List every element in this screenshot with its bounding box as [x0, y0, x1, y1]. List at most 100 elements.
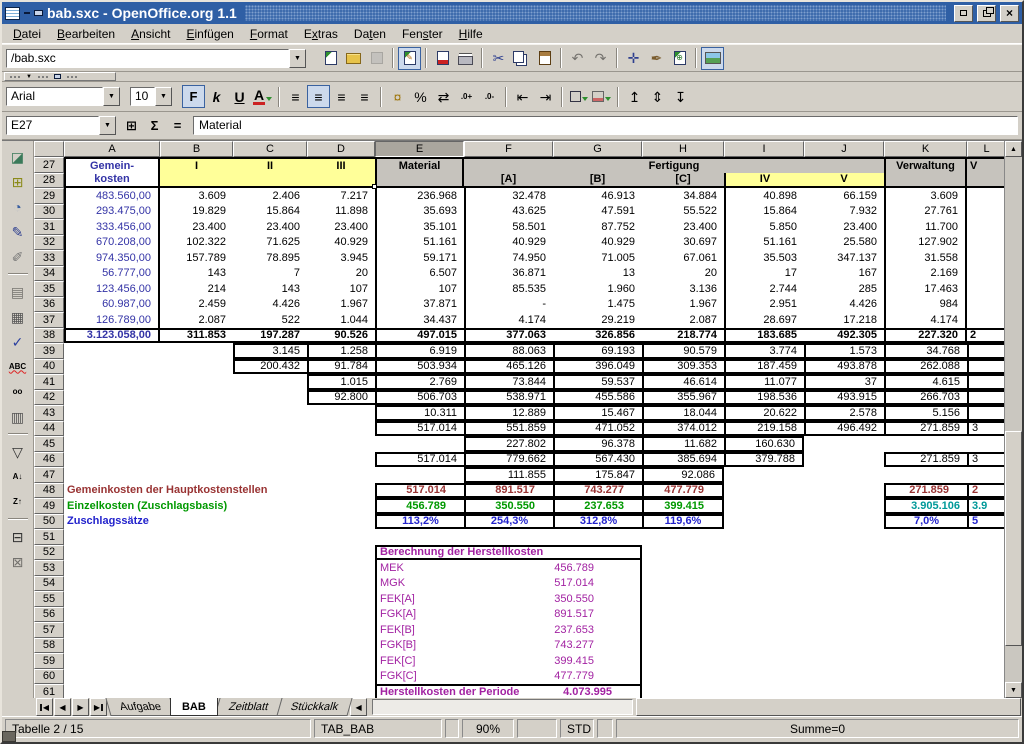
cell-D57[interactable] — [307, 622, 375, 638]
menu-extras[interactable]: Extras — [296, 25, 346, 43]
cell-B43[interactable] — [160, 405, 233, 421]
row-header-39[interactable]: 39 — [34, 343, 64, 359]
cell-A45[interactable] — [64, 436, 160, 452]
cell-I34[interactable]: 17 — [724, 266, 804, 282]
insert-chart-icon[interactable]: ◔ — [6, 195, 30, 218]
cell-D61[interactable] — [307, 684, 375, 698]
bold-icon[interactable]: F — [182, 85, 205, 108]
column-header-F[interactable]: F — [464, 141, 553, 157]
cell-J35[interactable]: 285 — [804, 281, 884, 297]
cell-F46[interactable]: 779.662 — [464, 452, 553, 468]
cell-B55[interactable] — [160, 591, 233, 607]
cell-G46[interactable]: 567.430 — [553, 452, 642, 468]
cell-K36[interactable]: 984 — [884, 297, 967, 313]
cell-F50[interactable]: 254,3% — [464, 514, 553, 530]
cell-H48[interactable]: 477.779 — [642, 483, 724, 499]
cell-F48[interactable]: 891.517 — [464, 483, 553, 499]
cell-L42[interactable] — [967, 390, 1004, 406]
cell-A44[interactable] — [64, 421, 160, 437]
cell-H60[interactable] — [642, 669, 724, 685]
cell-G32[interactable]: 40.929 — [553, 235, 642, 251]
minimize-button[interactable] — [954, 5, 973, 22]
cell-A30[interactable]: 293.475,00 — [64, 204, 160, 220]
cell-F44[interactable]: 551.859 — [464, 421, 553, 437]
sheet-tab-aufgabe[interactable]: Aufgabe — [105, 698, 175, 716]
cell-G47[interactable]: 175.847 — [553, 467, 642, 483]
cell-I48[interactable] — [724, 483, 804, 499]
cell-G61[interactable]: 4.073.995 — [553, 684, 642, 698]
cell-E51[interactable] — [375, 529, 464, 545]
cell-J45[interactable] — [804, 436, 884, 452]
cell-H49[interactable]: 399.415 — [642, 498, 724, 514]
cell-D33[interactable]: 3.945 — [307, 250, 375, 266]
cell-B32[interactable]: 102.322 — [160, 235, 233, 251]
edit-file-icon[interactable]: ✎ — [398, 47, 421, 70]
cell-H61[interactable] — [642, 684, 724, 698]
cell-K46[interactable]: 271.859 — [884, 452, 967, 468]
cell-J60[interactable] — [804, 669, 884, 685]
cell-B59[interactable] — [160, 653, 233, 669]
cell-L59[interactable] — [967, 653, 1004, 669]
cell-E46[interactable]: 517.014 — [375, 452, 464, 468]
cell-F43[interactable]: 12.889 — [464, 405, 553, 421]
column-header-B[interactable]: B — [160, 141, 233, 157]
cell-A35[interactable]: 123.456,00 — [64, 281, 160, 297]
menu-ansicht[interactable]: Ansicht — [123, 25, 178, 43]
cell-K49[interactable]: 3.905.106 — [884, 498, 967, 514]
cell-J55[interactable] — [804, 591, 884, 607]
column-header-L[interactable]: L — [967, 141, 1004, 157]
cell-J29[interactable]: 66.159 — [804, 188, 884, 204]
cell-C37[interactable]: 522 — [233, 312, 307, 328]
cell-D51[interactable] — [307, 529, 375, 545]
sum-icon[interactable]: Σ — [143, 114, 166, 137]
column-header-I[interactable]: I — [724, 141, 804, 157]
menu-hilfe[interactable]: Hilfe — [451, 25, 491, 43]
cell-I61[interactable] — [724, 684, 804, 698]
cell-K44[interactable]: 271.859 — [884, 421, 967, 437]
cell-C57[interactable] — [233, 622, 307, 638]
cell-I49[interactable] — [724, 498, 804, 514]
cell-I45[interactable]: 160.630 — [724, 436, 804, 452]
function-wizard-icon[interactable]: ⊞ — [120, 114, 143, 137]
cell-D29[interactable]: 7.217 — [307, 188, 375, 204]
row-header-32[interactable]: 32 — [34, 235, 64, 251]
cell-E36[interactable]: 37.871 — [375, 297, 464, 313]
cell-G31[interactable]: 87.752 — [553, 219, 642, 235]
cell-C32[interactable]: 71.625 — [233, 235, 307, 251]
last-sheet-button[interactable]: ▶ — [90, 698, 107, 716]
cell-J58[interactable] — [804, 638, 884, 654]
cell-B34[interactable]: 143 — [160, 266, 233, 282]
currency-icon[interactable]: ¤ — [386, 85, 409, 108]
cell-L47[interactable] — [967, 467, 1004, 483]
cell-H33[interactable]: 67.061 — [642, 250, 724, 266]
form-functions-icon[interactable]: ✐ — [6, 245, 30, 268]
title-bar[interactable]: bab.sxc - OpenOffice.org 1.1 × — [2, 2, 1022, 24]
align-top-icon[interactable]: ↥ — [623, 85, 646, 108]
background-color-icon[interactable] — [590, 85, 613, 108]
cell-C29[interactable]: 2.406 — [233, 188, 307, 204]
add-decimal-icon[interactable]: .0+ — [455, 85, 478, 108]
cell-F40[interactable]: 465.126 — [464, 359, 553, 375]
cell-K28[interactable] — [884, 173, 967, 189]
cell-E32[interactable]: 51.161 — [375, 235, 464, 251]
row-header-43[interactable]: 43 — [34, 405, 64, 421]
cell-K42[interactable]: 266.703 — [884, 390, 967, 406]
cell-K32[interactable]: 127.902 — [884, 235, 967, 251]
cell-J47[interactable] — [804, 467, 884, 483]
cell-A49[interactable]: Einzelkosten (Zuschlagsbasis) — [64, 498, 375, 514]
cell-J56[interactable] — [804, 607, 884, 623]
cell-F33[interactable]: 74.950 — [464, 250, 553, 266]
cell-L61[interactable] — [967, 684, 1004, 698]
vertical-scroll-thumb[interactable] — [1005, 431, 1022, 646]
cell-J41[interactable]: 37 — [804, 374, 884, 390]
row-header-61[interactable]: 61 — [34, 684, 64, 698]
cell-J36[interactable]: 4.426 — [804, 297, 884, 313]
cell-B33[interactable]: 157.789 — [160, 250, 233, 266]
open-icon[interactable] — [342, 47, 365, 70]
font-size-input[interactable]: 10 — [130, 87, 155, 106]
cell-B36[interactable]: 2.459 — [160, 297, 233, 313]
cell-L50[interactable]: 5 — [967, 514, 1004, 530]
cell-A46[interactable] — [64, 452, 160, 468]
cell-F55[interactable]: 350.550 — [464, 591, 642, 607]
cell-E57[interactable]: FEK[B] — [375, 622, 464, 638]
